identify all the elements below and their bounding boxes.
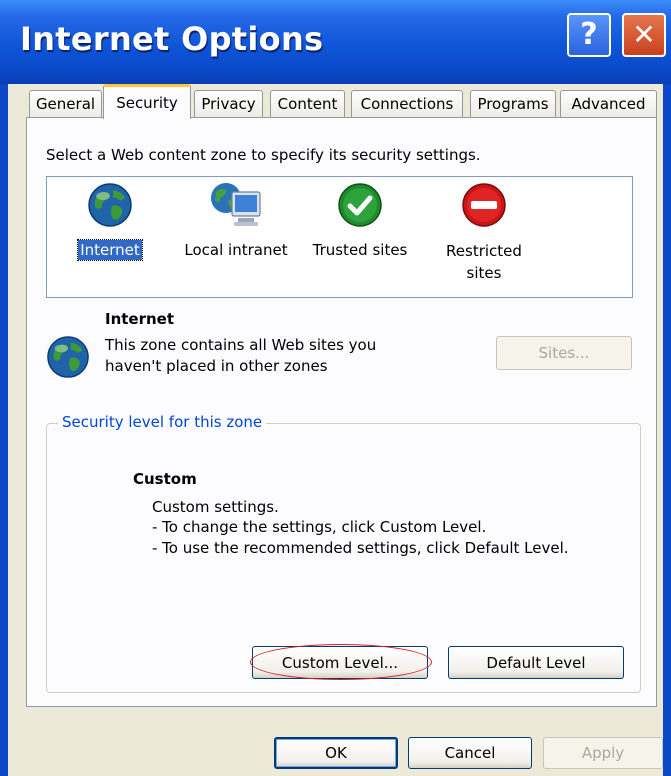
zone-description-line1: This zone contains all Web sites you bbox=[105, 336, 377, 354]
checkmark-icon bbox=[338, 183, 382, 227]
tab-label: Programs bbox=[477, 95, 549, 113]
sites-button[interactable]: Sites... bbox=[496, 336, 632, 370]
globe-icon bbox=[88, 183, 132, 227]
security-level-name: Custom bbox=[133, 470, 197, 488]
zone-label: Internet bbox=[77, 239, 143, 261]
close-icon: ✕ bbox=[632, 18, 656, 51]
tab-label: General bbox=[35, 95, 96, 113]
tab-advanced[interactable]: Advanced bbox=[560, 90, 657, 117]
zone-label-line2: sites bbox=[466, 264, 502, 282]
tab-label: Privacy bbox=[201, 95, 256, 113]
cancel-button[interactable]: Cancel bbox=[408, 737, 532, 769]
tab-security[interactable]: Security bbox=[103, 84, 191, 119]
zone-name: Internet bbox=[105, 310, 175, 328]
tab-privacy[interactable]: Privacy bbox=[194, 90, 263, 117]
globe-icon bbox=[47, 336, 89, 378]
internet-options-window: Internet Options ? ✕ General Security Pr… bbox=[0, 0, 671, 776]
help-button[interactable]: ? bbox=[567, 13, 611, 57]
zone-label-line1: Restricted bbox=[446, 242, 522, 260]
close-button[interactable]: ✕ bbox=[622, 13, 666, 57]
ok-button[interactable]: OK bbox=[274, 737, 398, 769]
window-frame-left bbox=[0, 84, 8, 776]
zone-description-line2: haven't placed in other zones bbox=[105, 357, 328, 375]
apply-button[interactable]: Apply bbox=[543, 737, 663, 769]
zone-restricted-sites[interactable]: Restricted sites bbox=[436, 182, 532, 284]
zone-label: Trusted sites bbox=[312, 241, 408, 259]
security-level-desc-line1: Custom settings. bbox=[152, 498, 279, 516]
tab-general[interactable]: General bbox=[29, 90, 102, 117]
security-level-desc-line2: - To change the settings, click Custom L… bbox=[152, 518, 487, 536]
tab-label: Security bbox=[116, 94, 178, 112]
title-bar[interactable]: Internet Options ? ✕ bbox=[0, 0, 671, 84]
window-title: Internet Options bbox=[20, 20, 324, 58]
security-level-group-title: Security level for this zone bbox=[58, 413, 267, 431]
tab-connections[interactable]: Connections bbox=[351, 90, 463, 117]
zone-instruction: Select a Web content zone to specify its… bbox=[46, 146, 481, 164]
zone-label: Local intranet bbox=[184, 241, 288, 259]
zone-local-intranet[interactable]: Local intranet bbox=[176, 180, 296, 260]
tab-programs[interactable]: Programs bbox=[470, 90, 556, 117]
computer-globe-icon bbox=[211, 183, 261, 226]
tab-content[interactable]: Content bbox=[270, 90, 345, 117]
no-entry-icon bbox=[462, 183, 506, 227]
tab-label: Content bbox=[277, 95, 338, 113]
tab-label: Connections bbox=[360, 95, 454, 113]
zone-trusted-sites[interactable]: Trusted sites bbox=[306, 182, 414, 260]
default-level-button[interactable]: Default Level bbox=[448, 646, 624, 679]
security-level-desc-line3: - To use the recommended settings, click… bbox=[152, 539, 569, 557]
custom-level-button[interactable]: Custom Level... bbox=[252, 646, 428, 679]
zone-internet[interactable]: Internet bbox=[60, 182, 160, 261]
tab-label: Advanced bbox=[571, 95, 646, 113]
window-frame-right bbox=[663, 84, 671, 776]
question-icon: ? bbox=[580, 17, 598, 52]
